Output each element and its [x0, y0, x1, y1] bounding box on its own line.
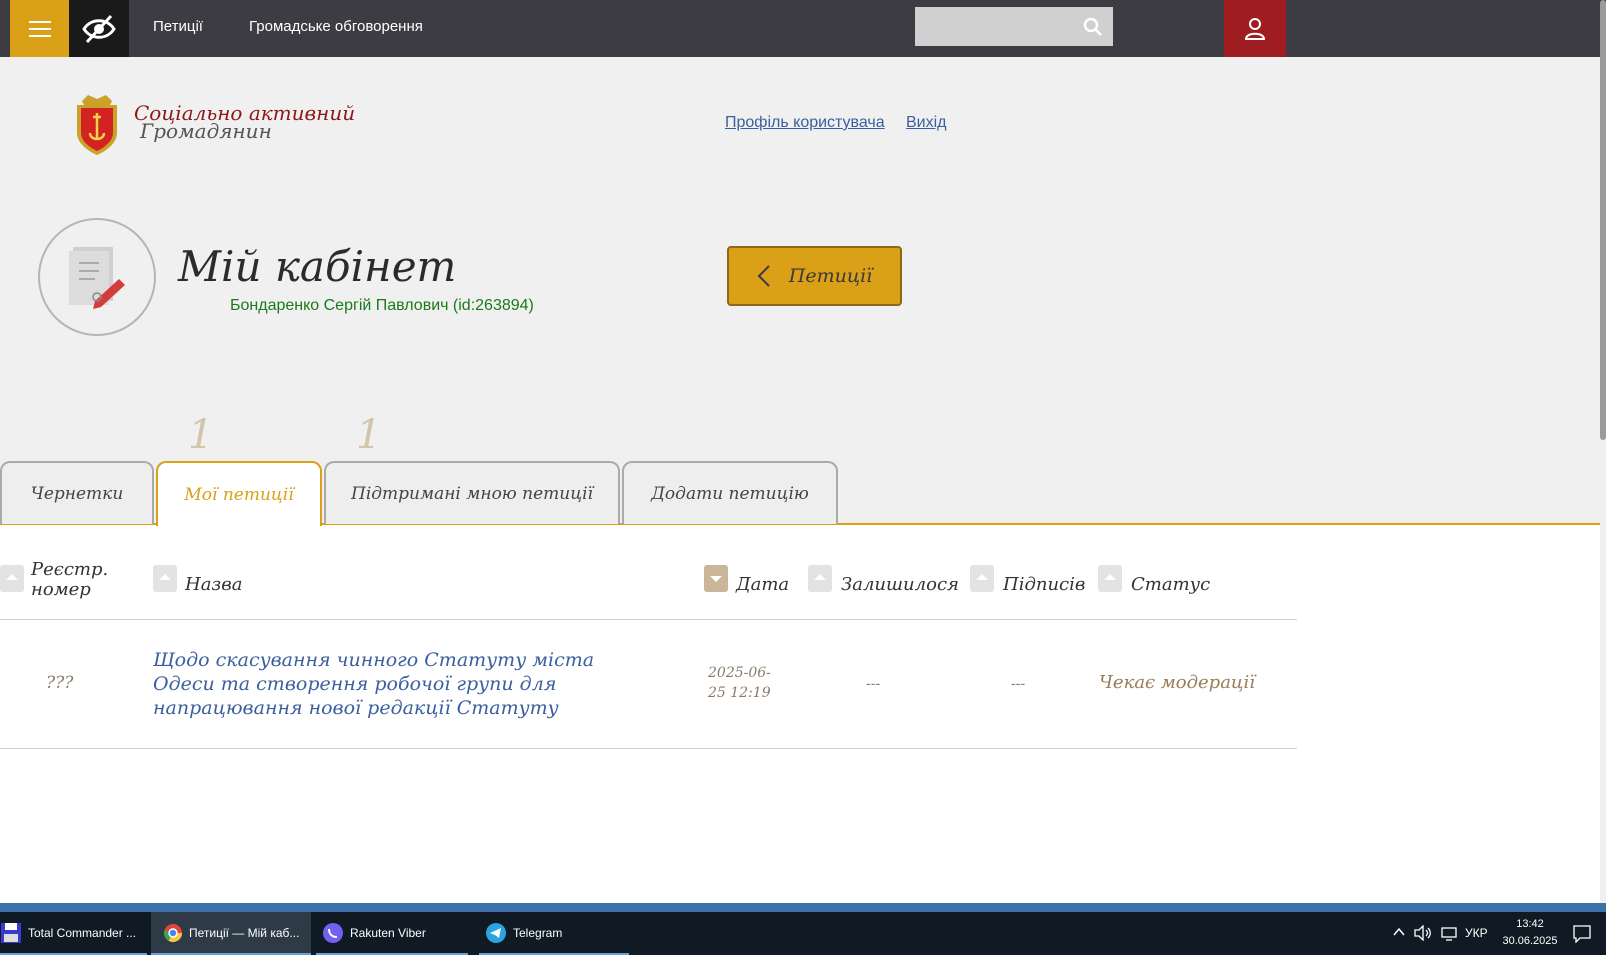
logo-title-line2: Громадянин	[140, 119, 272, 143]
my-petitions-count: 1	[188, 412, 214, 458]
cell-remaining: ---	[866, 676, 881, 692]
taskbar-item-label: Петиції — Мій каб...	[189, 925, 300, 940]
back-to-petitions-label: Петиції	[788, 265, 873, 287]
supported-petitions-count: 1	[356, 412, 382, 458]
sort-signatures-button[interactable]	[970, 565, 994, 592]
table-divider	[0, 619, 1297, 620]
odesa-coat-of-arms-logo[interactable]	[72, 93, 122, 157]
speaker-icon[interactable]	[1414, 925, 1432, 941]
cell-reg-number: ???	[46, 673, 74, 693]
back-to-petitions-button[interactable]: Петиції	[727, 246, 902, 306]
tab-my-petitions[interactable]: Мої петиції	[156, 461, 322, 526]
sort-remaining-button[interactable]	[808, 565, 832, 592]
search-input[interactable]	[915, 7, 1113, 46]
nav-link-public-discussion[interactable]: Громадське обговорення	[249, 18, 423, 35]
taskbar-item-label: Rakuten Viber	[350, 925, 426, 940]
document-pen-icon	[69, 247, 125, 309]
column-header-reg-number[interactable]: Реєстр. номер	[31, 560, 121, 600]
menu-line	[28, 34, 51, 37]
tab-drafts[interactable]: Чернетки	[0, 461, 154, 524]
user-name-label: Бондаренко Сергій Павлович (id:263894)	[230, 297, 534, 314]
logout-link[interactable]: Вихід	[906, 114, 947, 132]
page-title: Мій кабінет	[178, 242, 457, 291]
menu-line	[28, 20, 51, 23]
page-scrollbar[interactable]	[1600, 0, 1606, 440]
viber-icon	[323, 922, 343, 943]
chevron-up-icon[interactable]	[1393, 927, 1405, 937]
taskbar-chrome[interactable]: Петиції — Мій каб...	[151, 912, 311, 955]
petition-title-link[interactable]: Щодо скасування чинного Статуту міста Од…	[153, 648, 653, 720]
telegram-icon	[486, 922, 506, 943]
tab-supported-petitions[interactable]: Підтримані мною петиції	[324, 461, 620, 524]
sort-reg-number-button[interactable]	[0, 565, 24, 592]
top-navbar: Петиції Громадське обговорення	[0, 0, 1606, 57]
column-header-title[interactable]: Назва	[185, 574, 242, 595]
taskbar-top-strip	[0, 903, 1606, 912]
user-icon	[1244, 17, 1266, 40]
taskbar-total-commander[interactable]: Total Commander ...	[0, 912, 147, 955]
menu-line	[28, 27, 51, 30]
hamburger-menu-button[interactable]	[10, 0, 69, 57]
clock-date[interactable]: 30.06.2025	[1500, 935, 1560, 947]
column-header-remaining[interactable]: Залишилося	[841, 574, 959, 595]
floppy-disk-icon	[1, 922, 21, 943]
accessibility-eye-button[interactable]	[69, 0, 129, 57]
network-icon[interactable]	[1441, 926, 1459, 942]
chrome-icon	[163, 923, 182, 942]
sort-date-button[interactable]	[704, 565, 728, 592]
cell-status: Чекає модерації	[1099, 672, 1255, 693]
column-header-date[interactable]: Дата	[736, 574, 789, 595]
taskbar-viber[interactable]: Rakuten Viber	[316, 912, 468, 955]
avatar	[38, 218, 156, 336]
nav-link-petitions[interactable]: Петиції	[153, 18, 203, 35]
column-header-signatures[interactable]: Підписів	[1003, 574, 1085, 595]
sort-status-button[interactable]	[1098, 565, 1122, 592]
sort-title-button[interactable]	[153, 565, 177, 592]
cell-signatures: ---	[1011, 676, 1026, 692]
clock-time[interactable]: 13:42	[1500, 918, 1560, 930]
chevron-left-icon	[757, 265, 770, 287]
tab-add-petition[interactable]: Додати петицію	[622, 461, 838, 524]
user-profile-link[interactable]: Профіль користувача	[725, 114, 885, 132]
column-header-status[interactable]: Статус	[1131, 574, 1210, 595]
table-divider	[0, 748, 1297, 749]
windows-taskbar: Total Commander ... Петиції — Мій каб...…	[0, 912, 1606, 955]
eye-slash-icon	[82, 14, 116, 43]
taskbar-telegram[interactable]: Telegram	[479, 912, 629, 955]
language-indicator[interactable]: УКР	[1465, 926, 1488, 940]
taskbar-item-label: Total Commander ...	[28, 925, 137, 940]
taskbar-item-label: Telegram	[513, 925, 563, 940]
notifications-icon[interactable]	[1573, 925, 1591, 943]
user-account-button[interactable]	[1224, 0, 1286, 57]
cell-date: 2025-06-25 12:19	[708, 665, 771, 701]
search-icon[interactable]	[1083, 17, 1103, 37]
